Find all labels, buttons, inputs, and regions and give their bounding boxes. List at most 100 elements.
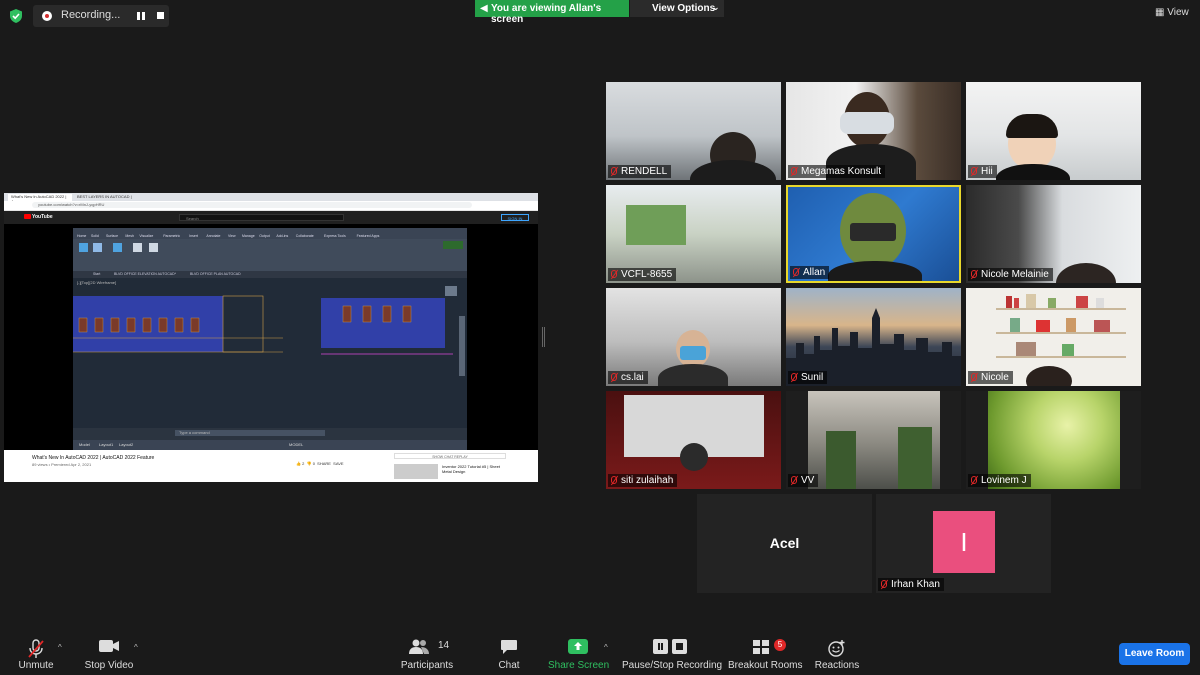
participant-tile[interactable]: Nicole Melainie xyxy=(966,185,1141,283)
autocad-layout-tab[interactable]: Layout2 xyxy=(119,442,133,447)
autocad-layout-tab[interactable]: Layout1 xyxy=(99,442,113,447)
participant-tile[interactable]: Sunil xyxy=(786,288,961,386)
face-mask xyxy=(680,346,706,360)
autocad-layout-tab[interactable]: Model xyxy=(79,442,90,447)
autocad-menu-tab[interactable]: View xyxy=(228,234,236,238)
pause-stop-recording-label: Pause/Stop Recording xyxy=(622,660,723,671)
chat-replay-button[interactable]: SHOW CHAT REPLAY xyxy=(394,453,506,459)
splitter-handle[interactable] xyxy=(542,327,545,347)
pause-recording-icon[interactable] xyxy=(136,11,146,21)
participant-name: VV xyxy=(801,475,815,486)
participant-tile[interactable]: siti zulaihah xyxy=(606,391,781,489)
participant-tile[interactable]: Hii xyxy=(966,82,1141,180)
browser-url[interactable]: youtube.com/watch?v=rMnJ-yqpHRU xyxy=(32,202,472,208)
autocad-menu-tab[interactable]: Collaborate xyxy=(296,234,314,238)
participant-body xyxy=(828,261,922,281)
participant-name-tag: VCFL-8655 xyxy=(608,268,677,281)
autocad-menu-tab[interactable]: Home xyxy=(77,234,86,238)
autocad-menu-tab[interactable]: Manage xyxy=(242,234,255,238)
participant-tile[interactable]: Acel xyxy=(697,494,872,593)
pause-stop-recording-button[interactable]: Pause/Stop Recording xyxy=(622,629,723,675)
autocad-menu-tab[interactable]: Output xyxy=(259,234,270,238)
dislike-icon[interactable]: 👎 xyxy=(307,461,312,466)
autocad-command-input[interactable]: Type a command xyxy=(175,430,325,436)
breakout-rooms-button[interactable]: 5 Breakout Rooms xyxy=(728,629,802,675)
participant-tile[interactable]: Nicole xyxy=(966,288,1141,386)
participant-name: Hii xyxy=(981,166,993,177)
participant-name-tag: Hii xyxy=(968,165,997,178)
mic-muted-icon xyxy=(611,476,617,484)
share-screen-button[interactable]: Share Screen xyxy=(548,629,609,675)
youtube-logo: YouTube xyxy=(24,214,53,220)
autocad-menu-tab[interactable]: Featured Apps xyxy=(357,234,380,238)
video-options-caret[interactable]: ^ xyxy=(134,643,138,652)
leave-room-button[interactable]: Leave Room xyxy=(1119,643,1190,665)
participant-tile[interactable]: Megamas Konsult xyxy=(786,82,961,180)
share-options-caret[interactable]: ^ xyxy=(604,643,608,652)
shared-screen[interactable]: What's New In AutoCAD 2022 | Au BEST LAY… xyxy=(4,193,538,482)
autocad-menu-tab[interactable]: Solid xyxy=(91,234,99,238)
mic-muted-icon xyxy=(791,373,797,381)
side-video-thumbnail[interactable] xyxy=(394,464,438,479)
share-action[interactable]: SHARE xyxy=(317,461,331,466)
view-button[interactable]: ▦ View xyxy=(1155,7,1189,18)
participant-tile[interactable]: RENDELL xyxy=(606,82,781,180)
dislike-count: 0 xyxy=(312,461,315,466)
participant-tile[interactable]: VV xyxy=(786,391,961,489)
participant-name: Sunil xyxy=(801,372,824,383)
participant-tile-active-speaker[interactable]: Allan xyxy=(786,185,961,283)
youtube-search-input[interactable]: Search xyxy=(179,214,344,221)
chat-button[interactable]: Chat xyxy=(490,629,528,675)
autocad-file-tab[interactable]: Start xyxy=(93,272,100,276)
helmet-visor xyxy=(850,223,896,241)
youtube-sidebar: SHOW CHAT REPLAY Inventor 2022 Tutorial … xyxy=(394,453,506,479)
like-icon[interactable]: 👍 xyxy=(296,461,301,466)
browser-address-bar: youtube.com/watch?v=rMnJ-yqpHRU xyxy=(4,201,538,211)
autocad-file-tab[interactable]: BLVD OFFICE PLAN AUTOCAD xyxy=(190,272,241,276)
autocad-status-bar: MODEL Model Layout1 Layout2 xyxy=(73,440,467,450)
participant-name-tag: siti zulaihah xyxy=(608,474,678,487)
participants-button[interactable]: 14 Participants xyxy=(398,629,456,675)
browser-tab[interactable]: What's New In AutoCAD 2022 | Au xyxy=(8,194,72,204)
wall-screen xyxy=(626,205,686,245)
participant-name: RENDELL xyxy=(621,166,668,177)
participant-tile[interactable]: Lovinem J xyxy=(966,391,1141,489)
participant-gallery: RENDELL Megamas Konsult Hii VCFL-8655 Al… xyxy=(606,82,1141,593)
meeting-toolbar: Unmute ^ Stop Video ^ 14 Participants Ch… xyxy=(0,629,1200,675)
view-options-button[interactable]: View Options ⌄ xyxy=(630,0,724,17)
participant-name-tag: VV xyxy=(788,474,819,487)
pause-stop-recording-icon xyxy=(653,639,687,654)
unmute-button[interactable]: Unmute xyxy=(10,629,62,675)
autocad-file-tab[interactable]: BLVD OFFICE ELEVATION AUTOCAD* xyxy=(114,272,176,276)
autocad-menu-tab[interactable]: Parametric xyxy=(163,234,180,238)
autocad-ribbon xyxy=(73,239,467,271)
recording-dot-icon xyxy=(42,11,52,21)
autocad-menu-tab[interactable]: Annotate xyxy=(206,234,220,238)
video-info: What's New In AutoCAD 2022 | AutoCAD 202… xyxy=(4,450,538,482)
autocad-menu-tab[interactable]: Visualize xyxy=(139,234,153,238)
participant-tile[interactable]: VCFL-8655 xyxy=(606,185,781,283)
autocad-menu-tab[interactable]: Mesh xyxy=(125,234,134,238)
autocad-menu-tab[interactable]: Surface xyxy=(106,234,118,238)
side-video-title[interactable]: Inventor 2022 Tutorial #5 | Sheet Metal … xyxy=(442,464,506,474)
participant-tile[interactable]: cs.lai xyxy=(606,288,781,386)
save-action[interactable]: SAVE xyxy=(333,461,343,466)
participant-name-center: Acel xyxy=(769,535,800,551)
autocad-menu-tab[interactable]: Insert xyxy=(189,234,198,238)
autocad-menu-tab[interactable]: Add-ins xyxy=(276,234,288,238)
autocad-window: Home Solid Surface Mesh Visualize Parametric I… xyxy=(73,228,467,450)
video-player[interactable]: Home Solid Surface Mesh Visualize Parametric I… xyxy=(4,224,538,478)
browser-tab[interactable]: BEST LAYERS IN AUTOCAD | xyxy=(74,194,138,201)
stop-recording-icon[interactable] xyxy=(157,12,164,19)
security-shield-icon[interactable] xyxy=(9,9,23,23)
autocad-menu-tab[interactable]: Express Tools xyxy=(324,234,346,238)
participant-tile[interactable]: I Irhan Khan xyxy=(876,494,1051,593)
grid-icon: ▦ xyxy=(1155,7,1165,18)
reactions-button[interactable]: Reactions xyxy=(814,629,860,675)
audio-options-caret[interactable]: ^ xyxy=(58,643,62,652)
stop-video-button[interactable]: Stop Video xyxy=(80,629,138,675)
youtube-signin-button[interactable]: SIGN IN xyxy=(501,214,529,221)
mic-muted-icon xyxy=(791,167,797,175)
participant-name-tag: Irhan Khan xyxy=(878,578,944,591)
participant-name-tag: RENDELL xyxy=(608,165,672,178)
